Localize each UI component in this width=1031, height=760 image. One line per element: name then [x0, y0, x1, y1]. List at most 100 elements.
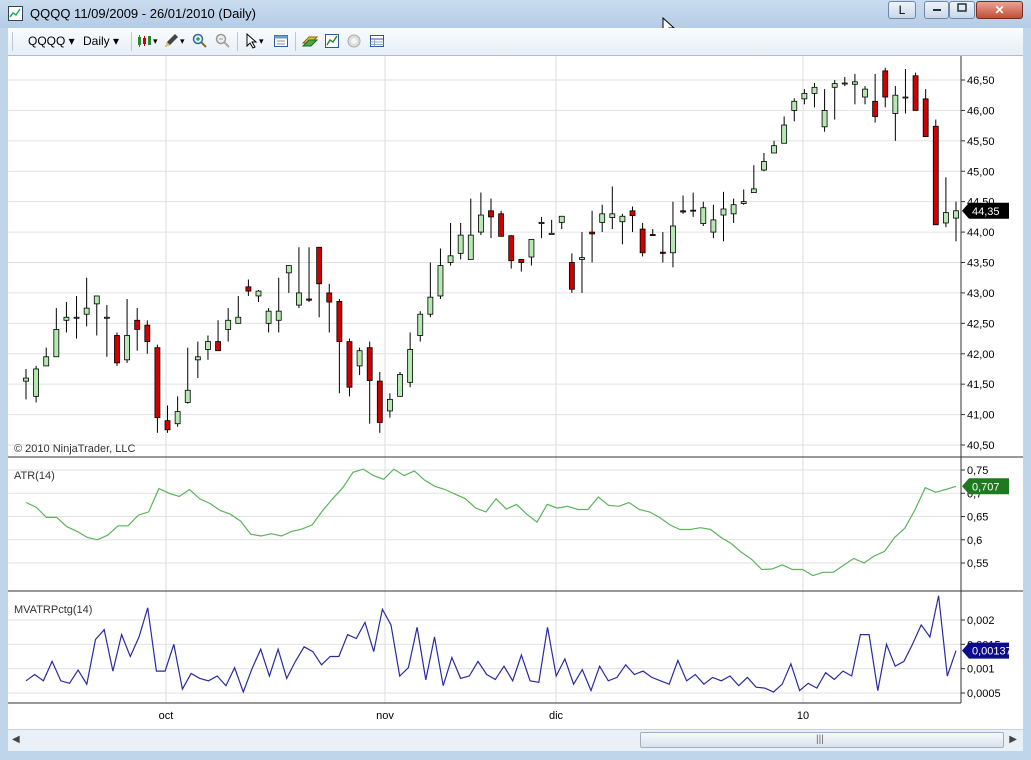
candle-body-up — [23, 377, 29, 382]
candle — [306, 247, 312, 303]
x-tick-label: 10 — [797, 710, 809, 722]
candle-body-up — [447, 255, 454, 263]
y-tick-label: 0,6 — [967, 535, 982, 547]
candle-body-up — [477, 214, 484, 233]
candle — [205, 335, 211, 360]
y-tick-label: 40,50 — [967, 440, 995, 452]
zoom-in-icon[interactable] — [192, 33, 208, 49]
strategies-icon[interactable] — [324, 33, 340, 49]
candle — [740, 189, 747, 205]
atr-title: ATR(14) — [14, 470, 55, 482]
candle — [93, 295, 100, 336]
candle — [528, 238, 535, 266]
indicators-icon[interactable] — [302, 33, 318, 49]
candle-body-down — [649, 234, 656, 236]
candle — [447, 222, 454, 266]
candle-body-up — [103, 316, 110, 319]
bar-style-dropdown-icon[interactable]: ▾ — [153, 33, 158, 50]
candle-body-up — [619, 215, 626, 223]
candle — [235, 295, 242, 324]
data-box-icon[interactable] — [273, 33, 289, 49]
candle — [215, 320, 221, 352]
candle-body-up — [902, 96, 909, 99]
chart-canvas[interactable]: oct nov dic 1046,5046,0045,5045,0044,5044,0… — [8, 56, 1023, 729]
scroll-left-icon[interactable]: ◀ — [12, 734, 20, 745]
candle-body-down — [932, 125, 939, 226]
candle-body-up — [33, 368, 40, 397]
candle-body-down — [336, 301, 343, 342]
candle-body-down — [589, 231, 595, 235]
candle — [73, 295, 80, 339]
copyright-label: © 2010 NinjaTrader, LLC — [14, 443, 135, 455]
candle-body-down — [690, 209, 697, 212]
horizontal-scrollbar[interactable]: ◀ ||| ▶ — [8, 729, 1023, 751]
chart-panel[interactable]: oct nov dic 10 46,50 46,00 45,50 45,00 44,50 44,0… — [8, 56, 1023, 729]
scrollbar-thumb[interactable]: ||| — [640, 732, 1004, 748]
candle — [397, 372, 403, 397]
candle-body-up — [730, 204, 737, 215]
candle-body-up — [720, 208, 727, 216]
candle-body-up — [841, 82, 848, 85]
candle — [407, 332, 414, 388]
table-icon[interactable] — [369, 33, 385, 49]
candle-body-up — [467, 234, 474, 260]
drawing-dropdown-icon[interactable]: ▾ — [180, 33, 185, 50]
zoom-out-icon[interactable] — [215, 33, 231, 49]
toolbar-separator — [131, 32, 132, 51]
candle — [771, 140, 777, 154]
candle-body-up — [821, 110, 828, 128]
candle — [508, 235, 515, 269]
bar-style-icon[interactable] — [136, 33, 152, 49]
scroll-right-icon[interactable]: ▶ — [1009, 734, 1017, 745]
maximize-button[interactable] — [949, 1, 975, 19]
pointer-dropdown-icon[interactable]: ▾ — [259, 33, 264, 50]
close-button[interactable]: ✕ — [976, 1, 1023, 19]
candle-body-up — [700, 207, 707, 224]
x-tick-label: oct — [159, 710, 174, 722]
candle-body-up — [862, 88, 868, 98]
pointer-icon[interactable] — [244, 33, 260, 49]
candle-body-up — [407, 349, 414, 383]
candle-body-down — [508, 235, 515, 262]
period-selector[interactable]: Daily ▾ — [83, 33, 119, 50]
candle-body-up — [750, 188, 757, 193]
candle — [831, 80, 838, 120]
atr-last-value: 0,707 — [962, 478, 1009, 495]
candle-body-up — [437, 265, 444, 297]
candle — [811, 83, 818, 108]
candle-body-up — [194, 356, 201, 361]
candle-body-down — [366, 347, 373, 381]
candle — [467, 198, 474, 260]
properties-icon[interactable] — [346, 33, 362, 49]
candle-body-down — [164, 420, 171, 431]
x-tick-label: dic — [549, 710, 564, 722]
candle — [33, 365, 40, 403]
candle-body-up — [184, 389, 191, 403]
instrument-selector[interactable]: QQQQ ▾ — [28, 33, 75, 50]
candle — [53, 308, 60, 358]
candle-body-down — [316, 246, 323, 285]
candle-body-up — [235, 316, 242, 324]
link-button[interactable]: L — [888, 1, 916, 19]
candle — [639, 222, 646, 257]
y-tick-label: 42,00 — [967, 349, 995, 361]
minimize-button[interactable] — [924, 1, 949, 19]
candle — [629, 206, 636, 233]
candle-body-up — [83, 307, 90, 315]
toolbar-separator — [237, 32, 238, 51]
candle-body-down — [326, 292, 333, 303]
candle-body-up — [265, 310, 272, 324]
candle — [942, 177, 949, 228]
candle — [761, 153, 767, 172]
candle — [285, 265, 292, 293]
candle — [619, 213, 626, 245]
last-price-label-text: 44,35 — [972, 206, 1000, 218]
y-tick-label: 0,65 — [967, 512, 988, 524]
candle — [498, 210, 505, 237]
pencil-icon[interactable] — [163, 33, 179, 49]
candle-body-up — [599, 213, 606, 223]
candle-body-up — [852, 81, 858, 85]
candle — [225, 308, 232, 342]
candle-body-down — [488, 210, 494, 218]
candle — [912, 72, 919, 111]
